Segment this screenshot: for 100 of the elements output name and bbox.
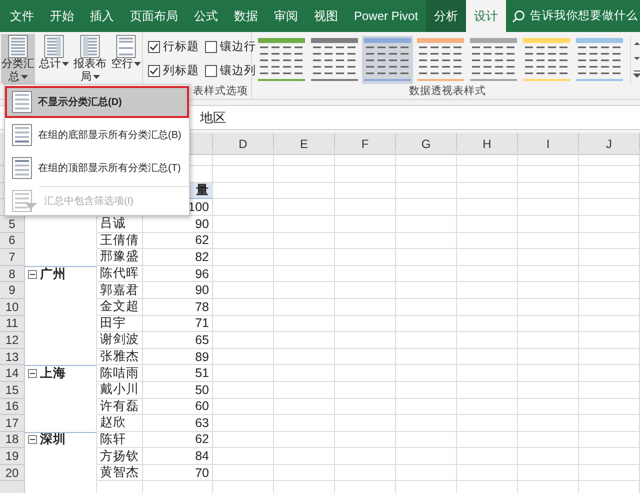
- table-style-thumbnail[interactable]: [521, 36, 572, 84]
- table-cell: [396, 382, 457, 398]
- checkbox-label: 行标题: [163, 40, 199, 54]
- table-cell: 郭嘉君: [97, 282, 143, 299]
- table-cell: [274, 432, 335, 448]
- table-cell: [213, 166, 274, 183]
- row-header[interactable]: 19: [0, 448, 25, 465]
- table-cell: [396, 432, 457, 448]
- table-cell: [335, 282, 396, 299]
- table-cell: [396, 332, 457, 349]
- table-cell: 谢剑波: [97, 332, 143, 349]
- table-cell: [335, 216, 396, 233]
- table-cell: [457, 282, 518, 299]
- table-cell: 陈代晖: [97, 266, 143, 282]
- row-header[interactable]: 16: [0, 398, 25, 416]
- table-cell: [335, 382, 396, 398]
- column-header[interactable]: D: [213, 133, 274, 155]
- row-header[interactable]: 13: [0, 348, 25, 366]
- column-header[interactable]: H: [457, 133, 518, 155]
- checkbox[interactable]: [205, 64, 217, 76]
- checkbox[interactable]: [205, 40, 217, 52]
- menu-item[interactable]: 不显示分类汇总(D): [5, 86, 189, 118]
- table-cell: [518, 249, 579, 266]
- table-cell: [457, 332, 518, 349]
- ribbon-tab[interactable]: 页面布局: [122, 0, 186, 32]
- table-cell: 黄智杰: [97, 464, 143, 482]
- table-cell: [457, 415, 518, 432]
- row-header[interactable]: 11: [0, 316, 25, 332]
- table-style-thumbnail[interactable]: [415, 36, 466, 84]
- table-cell: [335, 182, 396, 200]
- column-header[interactable]: I: [518, 133, 579, 155]
- collapse-icon[interactable]: [28, 369, 37, 378]
- column-header[interactable]: J: [579, 133, 640, 155]
- table-cell: 70: [143, 464, 213, 482]
- table-cell: [518, 216, 579, 233]
- ribbon-button[interactable]: 报表布局: [73, 34, 107, 84]
- table-cell: 50: [143, 382, 213, 398]
- caret-icon: [134, 62, 141, 66]
- menu-item[interactable]: 在组的底部显示所有分类汇总(B): [5, 118, 189, 151]
- ribbon-tab[interactable]: 审阅: [266, 0, 306, 32]
- table-cell: [518, 332, 579, 349]
- ribbon-tab[interactable]: 视图: [306, 0, 346, 32]
- row-header[interactable]: 10: [0, 298, 25, 316]
- ribbon-tab[interactable]: 公式: [186, 0, 226, 32]
- checkbox[interactable]: [148, 40, 160, 52]
- menu-item[interactable]: 在组的顶部显示所有分类汇总(T): [5, 151, 189, 184]
- table-cell: [213, 150, 274, 166]
- ribbon-tab[interactable]: Power Pivot: [346, 0, 426, 32]
- table-style-thumbnail[interactable]: [256, 36, 307, 84]
- row-header[interactable]: 7: [0, 249, 25, 266]
- table-cell: [518, 266, 579, 282]
- collapse-icon[interactable]: [28, 270, 37, 279]
- table-style-thumbnail[interactable]: [362, 36, 413, 84]
- ribbon-tab[interactable]: 开始: [42, 0, 82, 32]
- table-cell: [518, 365, 579, 382]
- checkbox[interactable]: [148, 64, 160, 76]
- table-cell: [274, 316, 335, 332]
- ribbon-button[interactable]: 分类汇总: [1, 34, 35, 84]
- collapse-icon[interactable]: [28, 435, 37, 444]
- ribbon-tab[interactable]: 文件: [2, 0, 42, 32]
- column-header[interactable]: F: [335, 133, 396, 155]
- table-cell: [274, 266, 335, 282]
- row-header[interactable]: 17: [0, 415, 25, 432]
- table-cell: [396, 166, 457, 183]
- column-header[interactable]: G: [396, 133, 457, 155]
- table-cell: 王倩倩: [97, 232, 143, 250]
- table-cell: 张雅杰: [97, 348, 143, 366]
- table-cell: [396, 398, 457, 416]
- table-cell: [518, 182, 579, 200]
- table-cell: [274, 398, 335, 416]
- table-cell: [518, 348, 579, 366]
- row-header[interactable]: 18: [0, 432, 25, 448]
- row-header[interactable]: 12: [0, 332, 25, 349]
- row-header[interactable]: 14: [0, 365, 25, 382]
- column-header[interactable]: E: [274, 133, 335, 155]
- ribbon-button[interactable]: 总计: [37, 34, 71, 71]
- table-layout-icon: [12, 156, 32, 178]
- table-style-thumbnail[interactable]: [468, 36, 519, 84]
- ribbon-tab[interactable]: 分析: [426, 0, 466, 32]
- table-cell: [396, 249, 457, 266]
- row-header[interactable]: 9: [0, 282, 25, 299]
- table-cell: [213, 282, 274, 299]
- ribbon-tab[interactable]: 数据: [226, 0, 266, 32]
- table-cell: [579, 166, 640, 183]
- filter-table-icon: [12, 190, 38, 212]
- table-cell: [335, 464, 396, 482]
- row-header[interactable]: 20: [0, 464, 25, 482]
- ribbon-tab[interactable]: 插入: [82, 0, 122, 32]
- row-header[interactable]: 6: [0, 232, 25, 250]
- region-label: 广州: [40, 266, 66, 282]
- table-cell: [579, 415, 640, 432]
- table-cell: [213, 432, 274, 448]
- table-cell: [213, 365, 274, 382]
- table-style-thumbnail[interactable]: [309, 36, 360, 84]
- row-header[interactable]: 8: [0, 266, 25, 282]
- row-header[interactable]: 5: [0, 216, 25, 233]
- table-style-thumbnail[interactable]: [574, 36, 625, 84]
- ribbon-tab[interactable]: 设计: [466, 0, 506, 32]
- row-header[interactable]: 15: [0, 382, 25, 398]
- ribbon-button[interactable]: 空行: [109, 34, 143, 71]
